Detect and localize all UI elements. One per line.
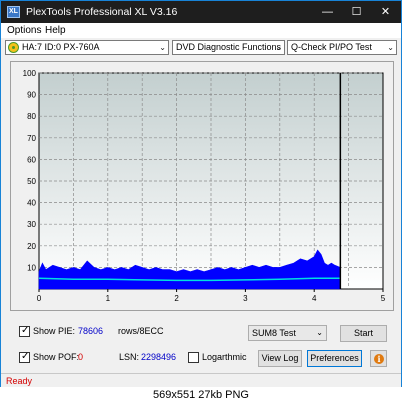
y-tick-label: 50: [27, 177, 36, 186]
chevron-down-icon: ⌄: [159, 43, 166, 52]
sum-test-select-value: SUM8 Test: [252, 328, 296, 338]
y-tick-label: 60: [27, 155, 36, 164]
test-select[interactable]: Q-Check PI/PO Test ⌄: [287, 40, 397, 55]
chart-panel: 10 20 30 40 50 60 70 80 90 100 0 1 2 3 4 5: [10, 61, 394, 311]
y-tick-label: 40: [27, 199, 36, 208]
x-tick-label: 1: [106, 294, 111, 303]
chevron-down-icon: ⌄: [316, 328, 323, 337]
sum-test-select[interactable]: SUM8 Test ⌄: [248, 325, 327, 341]
status-bar: Ready: [1, 373, 401, 387]
logarithmic-label: Logarthmic: [202, 352, 247, 362]
lsn-label: LSN:: [119, 352, 140, 362]
y-tick-label: 90: [27, 91, 36, 100]
menu-bar: Options Help: [1, 23, 401, 38]
show-pie-label: Show PIE:: [33, 326, 76, 336]
status-text: Ready: [6, 376, 33, 386]
function-select[interactable]: DVD Diagnostic Functions ⌄: [172, 40, 285, 55]
start-button[interactable]: Start: [340, 325, 387, 342]
window-title: PlexTools Professional XL V3.16: [26, 6, 178, 18]
menu-options[interactable]: Options: [7, 24, 41, 37]
show-pof-label: Show POF:: [33, 352, 80, 362]
y-tick-label: 20: [27, 242, 36, 251]
drive-select[interactable]: HA:7 ID:0 PX-760A ⌄: [5, 40, 169, 55]
y-tick-label: 100: [23, 69, 37, 78]
disc-drive-icon: [8, 42, 19, 53]
title-bar[interactable]: XL PlexTools Professional XL V3.16 — ☐ ✕: [1, 1, 401, 23]
pi-chart: 10 20 30 40 50 60 70 80 90 100 0 1 2 3 4 5: [23, 69, 386, 303]
x-tick-label: 3: [243, 294, 248, 303]
image-caption: 569x551 27kb PNG: [0, 387, 402, 404]
y-tick-label: 80: [27, 112, 36, 121]
app-window: XL PlexTools Professional XL V3.16 — ☐ ✕…: [0, 0, 402, 404]
chevron-down-icon: ⌄: [275, 43, 282, 52]
drive-select-value: HA:7 ID:0 PX-760A: [22, 42, 100, 52]
pie-unit: rows/8ECC: [118, 326, 164, 336]
x-tick-label: 0: [37, 294, 42, 303]
pie-value: 78606: [78, 326, 104, 336]
y-tick-label: 70: [27, 134, 36, 143]
view-log-button[interactable]: View Log: [258, 350, 302, 367]
lsn-value: 2298496: [141, 352, 177, 362]
show-pof-checkbox[interactable]: [19, 351, 30, 363]
logarithmic-checkbox[interactable]: [188, 352, 199, 363]
info-button[interactable]: i: [370, 350, 387, 367]
close-button[interactable]: ✕: [371, 1, 400, 23]
x-tick-label: 5: [381, 294, 386, 303]
y-tick-label: 30: [27, 220, 36, 229]
y-tick-label: 10: [27, 263, 36, 272]
function-select-value: DVD Diagnostic Functions: [176, 42, 282, 52]
control-panel: Show PIE: 78606 rows/8ECC Show POF: 0 LS…: [1, 313, 401, 373]
toolbar: HA:7 ID:0 PX-760A ⌄ DVD Diagnostic Funct…: [1, 38, 401, 58]
info-icon: i: [374, 354, 384, 364]
app-icon: XL: [7, 6, 20, 18]
chevron-down-icon: ⌄: [387, 43, 394, 52]
minimize-button[interactable]: —: [313, 1, 342, 23]
pof-value: 0: [78, 352, 84, 362]
x-tick-label: 4: [312, 294, 317, 303]
show-pie-checkbox[interactable]: [19, 325, 30, 337]
menu-help[interactable]: Help: [45, 24, 66, 37]
test-select-value: Q-Check PI/PO Test: [291, 42, 372, 52]
preferences-button[interactable]: Preferences: [307, 350, 362, 367]
x-tick-label: 2: [174, 294, 179, 303]
maximize-button[interactable]: ☐: [342, 1, 371, 23]
